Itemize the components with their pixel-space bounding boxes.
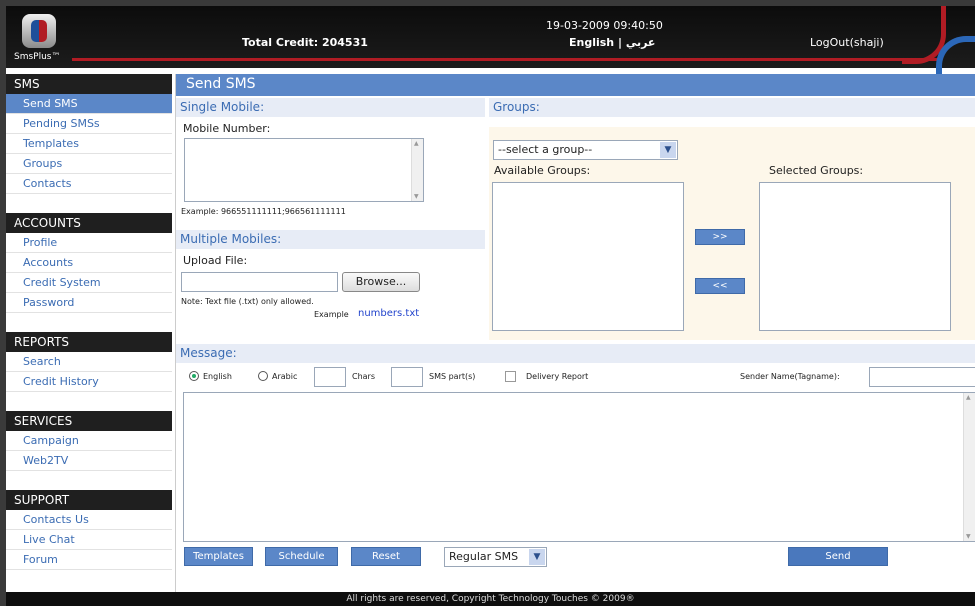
sidebar-item-forum[interactable]: Forum — [6, 550, 172, 570]
remove-group-button[interactable]: << — [695, 278, 745, 294]
numbers-txt-link[interactable]: numbers.txt — [358, 308, 419, 319]
sidebar-heading-accounts: ACCOUNTS — [6, 213, 172, 233]
english-label: English — [203, 372, 232, 381]
chars-label: Chars — [352, 372, 376, 381]
chevron-down-icon[interactable]: ▼ — [529, 549, 545, 565]
sidebar-item-search[interactable]: Search — [6, 352, 172, 372]
upload-file-input[interactable] — [181, 272, 338, 292]
smsplus-logo-icon — [22, 14, 56, 48]
mobile-number-label: Mobile Number: — [183, 122, 271, 135]
sidebar-item-profile[interactable]: Profile — [6, 233, 172, 253]
header-bar: SmsPlus™ Total Credit: 204531 19-03-2009… — [6, 6, 975, 96]
sidebar-item-pending-smss[interactable]: Pending SMSs — [6, 114, 172, 134]
upload-example-label: Example — [314, 310, 349, 319]
arabic-radio[interactable] — [258, 371, 268, 381]
sender-name-label: Sender Name(Tagname): — [740, 372, 840, 381]
delivery-report-checkbox[interactable] — [505, 371, 516, 382]
sidebar-item-campaign[interactable]: Campaign — [6, 431, 172, 451]
sidebar-item-credit-history[interactable]: Credit History — [6, 372, 172, 392]
sidebar-heading-services: SERVICES — [6, 411, 172, 431]
sidebar-item-live-chat[interactable]: Live Chat — [6, 530, 172, 550]
reset-button[interactable]: Reset — [351, 547, 421, 566]
sidebar-item-contacts[interactable]: Contacts — [6, 174, 172, 194]
group-select[interactable]: --select a group-- ▼ — [493, 140, 678, 160]
selected-groups-label: Selected Groups: — [769, 164, 864, 177]
sidebar-heading-reports: REPORTS — [6, 332, 172, 352]
sidebar-item-web2tv[interactable]: Web2TV — [6, 451, 172, 471]
templates-button[interactable]: Templates — [184, 547, 253, 566]
sidebar-item-send-sms[interactable]: Send SMS — [6, 94, 172, 114]
language-switch[interactable]: English | عربي — [569, 36, 655, 49]
mobile-number-textarea[interactable] — [184, 138, 424, 202]
chars-count-input — [314, 367, 346, 387]
sms-type-select[interactable]: Regular SMS ▼ — [444, 547, 547, 567]
footer: All rights are reserved, Copyright Techn… — [6, 592, 975, 606]
english-radio[interactable] — [189, 371, 199, 381]
send-button[interactable]: Send — [788, 547, 888, 566]
message-scrollbar[interactable] — [963, 393, 975, 541]
sidebar-heading-support: SUPPORT — [6, 490, 172, 510]
app-frame: SmsPlus™ Total Credit: 204531 19-03-2009… — [6, 6, 975, 606]
available-groups-list[interactable] — [492, 182, 684, 331]
groups-heading: Groups: — [489, 98, 975, 117]
header-divider — [72, 58, 942, 61]
sidebar: SMS Send SMS Pending SMSs Templates Grou… — [6, 74, 172, 592]
delivery-report-label: Delivery Report — [526, 372, 589, 381]
sms-parts-input — [391, 367, 423, 387]
schedule-button[interactable]: Schedule — [265, 547, 338, 566]
sidebar-item-password[interactable]: Password — [6, 293, 172, 313]
sms-type-value: Regular SMS — [449, 550, 519, 563]
sender-name-input[interactable] — [869, 367, 975, 387]
single-mobile-heading: Single Mobile: — [176, 98, 485, 117]
current-datetime: 19-03-2009 09:40:50 — [546, 19, 663, 32]
chevron-down-icon[interactable]: ▼ — [660, 142, 676, 158]
textarea-scrollbar[interactable] — [411, 139, 423, 201]
message-textarea[interactable] — [183, 392, 975, 542]
sidebar-item-accounts[interactable]: Accounts — [6, 253, 172, 273]
group-select-value: --select a group-- — [498, 143, 593, 156]
multiple-mobiles-heading: Multiple Mobiles: — [176, 230, 485, 249]
message-heading: Message: — [176, 344, 975, 363]
sidebar-item-templates[interactable]: Templates — [6, 134, 172, 154]
arabic-label: Arabic — [272, 372, 298, 381]
upload-note: Note: Text file (.txt) only allowed. — [181, 297, 314, 306]
page-title: Send SMS — [176, 74, 975, 96]
available-groups-label: Available Groups: — [494, 164, 591, 177]
sidebar-item-contacts-us[interactable]: Contacts Us — [6, 510, 172, 530]
add-group-button[interactable]: >> — [695, 229, 745, 245]
sidebar-item-credit-system[interactable]: Credit System — [6, 273, 172, 293]
selected-groups-list[interactable] — [759, 182, 951, 331]
mobile-example-text: Example: 966551111111;966561111111 — [181, 207, 346, 216]
sidebar-heading-sms: SMS — [6, 74, 172, 94]
total-credit: Total Credit: 204531 — [242, 36, 368, 49]
upload-file-label: Upload File: — [183, 254, 248, 267]
sidebar-item-groups[interactable]: Groups — [6, 154, 172, 174]
main-panel: Send SMS Single Mobile: Mobile Number: E… — [175, 74, 975, 592]
sms-parts-label: SMS part(s) — [429, 372, 476, 381]
logout-link[interactable]: LogOut(shaji) — [810, 36, 884, 49]
browse-button[interactable]: Browse... — [342, 272, 420, 292]
logo-text: SmsPlus™ — [14, 52, 61, 62]
